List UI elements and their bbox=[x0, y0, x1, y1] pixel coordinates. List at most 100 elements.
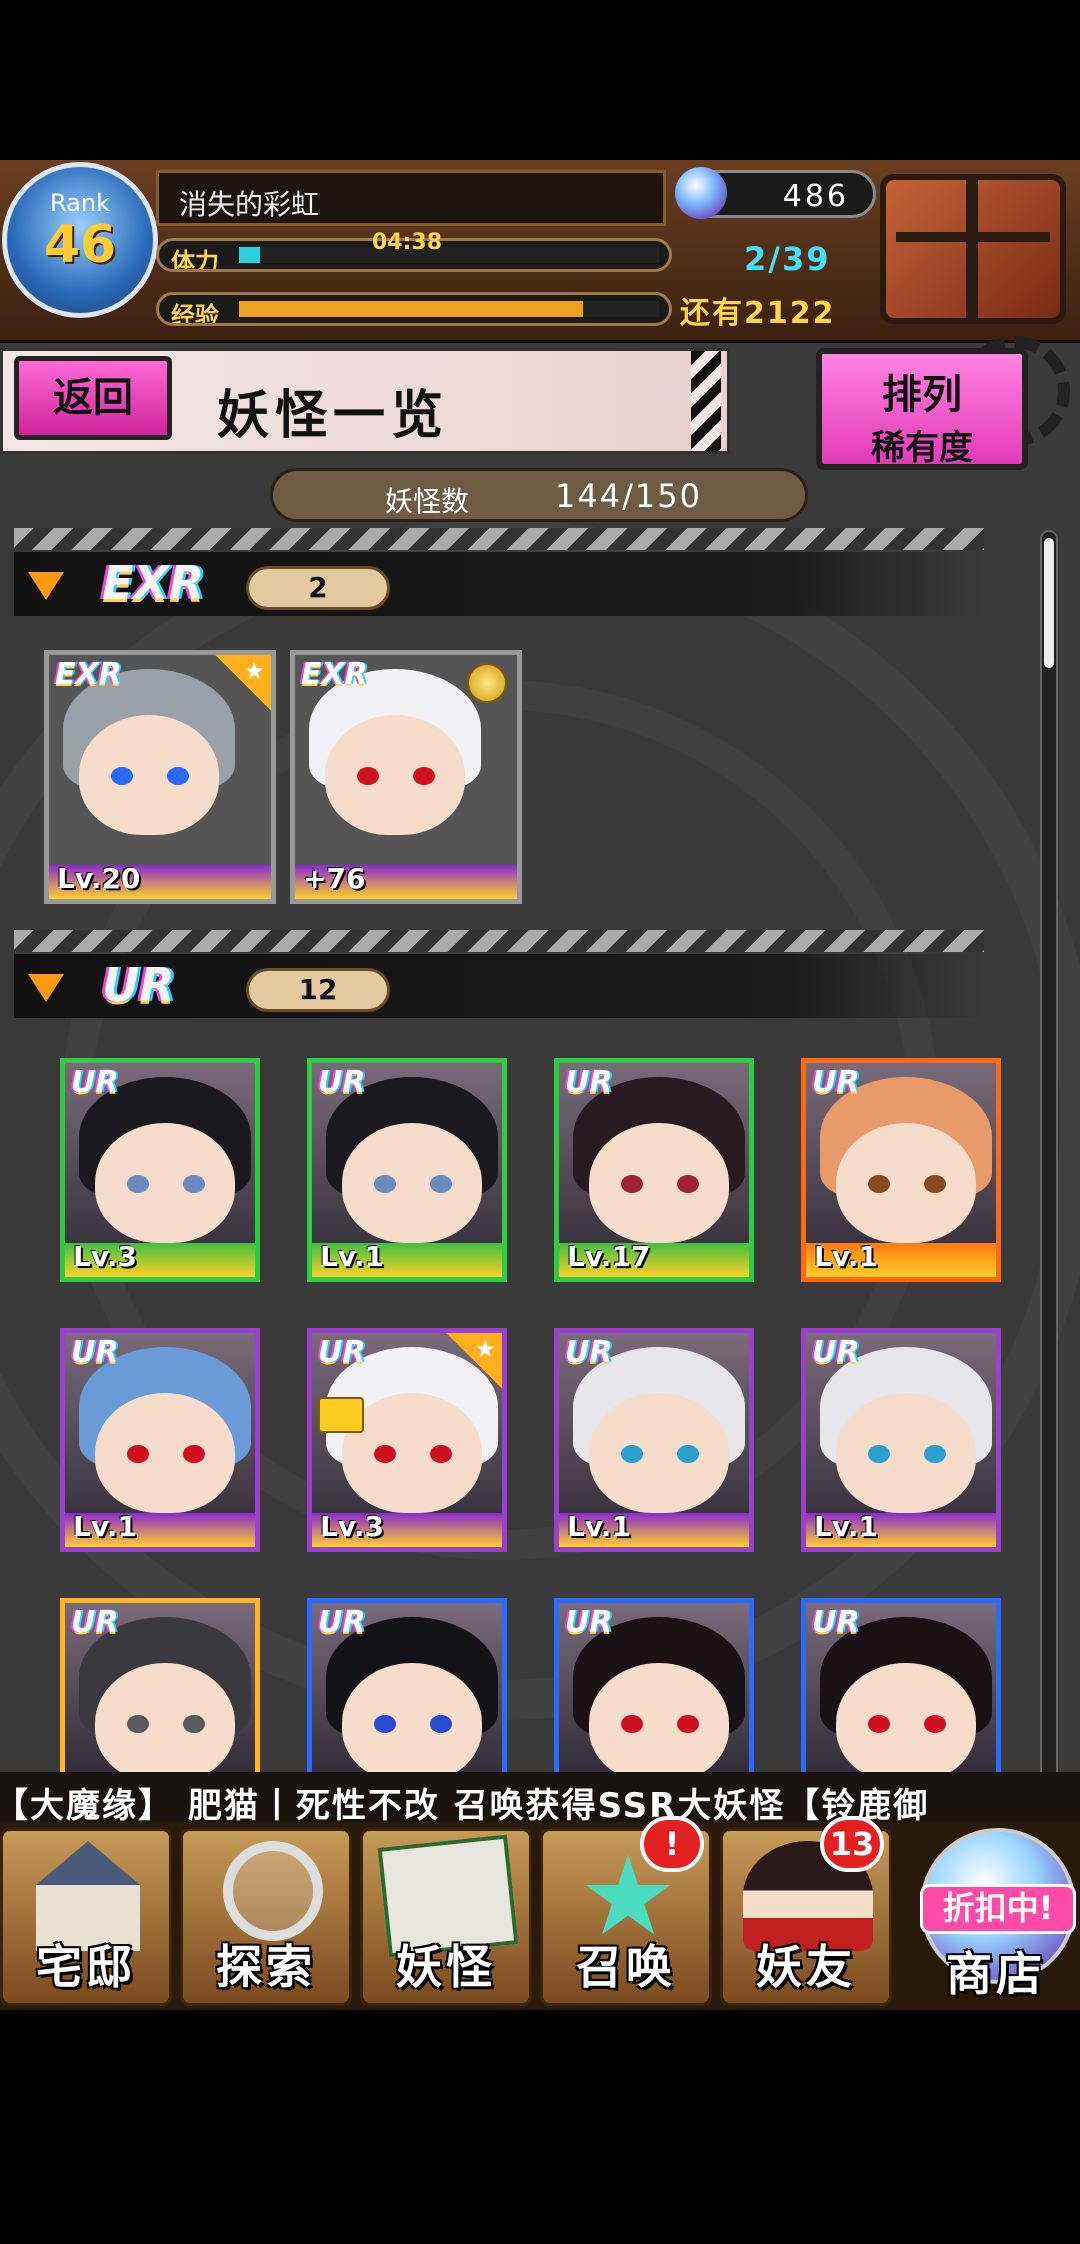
yokai-card[interactable]: UR bbox=[60, 1598, 260, 1788]
exp-label: 经验 bbox=[171, 302, 219, 326]
favorite-star-icon: ★ bbox=[215, 655, 271, 711]
character-eye bbox=[924, 1175, 946, 1193]
rarity-badge: UR bbox=[318, 1335, 366, 1370]
character-eye bbox=[868, 1715, 890, 1733]
rarity-badge: EXR bbox=[301, 657, 368, 692]
character-eye bbox=[868, 1175, 890, 1193]
character-portrait bbox=[589, 1393, 729, 1513]
rank-badge[interactable]: Rank 46 bbox=[2, 162, 158, 318]
nav-yokai-button[interactable]: 妖怪 bbox=[360, 1828, 532, 2006]
character-eye bbox=[183, 1445, 205, 1463]
rarity-badge: UR bbox=[318, 1605, 366, 1640]
scrollbar[interactable] bbox=[1040, 530, 1058, 1930]
character-eye bbox=[430, 1175, 452, 1193]
character-eye bbox=[167, 767, 189, 785]
rank-label: Rank bbox=[50, 189, 110, 217]
crystal-orb-icon bbox=[675, 167, 727, 219]
yokai-card[interactable]: UR Lv.1 bbox=[307, 1058, 507, 1282]
page-title: 妖怪一览 bbox=[217, 386, 450, 446]
character-eye bbox=[621, 1175, 643, 1193]
collapse-triangle-icon[interactable] bbox=[28, 572, 64, 600]
rarity-badge: UR bbox=[71, 1605, 119, 1640]
yokai-card[interactable]: UR Lv.1 bbox=[60, 1328, 260, 1552]
character-eye bbox=[677, 1445, 699, 1463]
nav-home-button[interactable]: 宅邸 bbox=[0, 1828, 172, 2006]
scrollbar-thumb[interactable] bbox=[1044, 538, 1054, 668]
rarity-badge: UR bbox=[812, 1335, 860, 1370]
section-header-ur[interactable]: UR 12 bbox=[14, 930, 984, 1026]
player-name: 消失的彩虹 bbox=[179, 188, 320, 221]
card-level: Lv.1 bbox=[814, 1510, 878, 1543]
rarity-badge: UR bbox=[565, 1065, 613, 1100]
back-button[interactable]: 返回 bbox=[14, 356, 172, 440]
yokai-card[interactable]: UR bbox=[307, 1598, 507, 1788]
character-eye bbox=[183, 1175, 205, 1193]
character-portrait bbox=[836, 1123, 976, 1243]
yokai-card[interactable]: UR Lv.1 bbox=[554, 1328, 754, 1552]
character-eye bbox=[621, 1445, 643, 1463]
rarity-count: 2 bbox=[308, 571, 328, 604]
player-header: Rank 46 消失的彩虹 体力 04:38 经验 486 2/39 还有212… bbox=[0, 160, 1080, 343]
treasure-chest-icon[interactable] bbox=[880, 174, 1066, 324]
news-ticker: 【大魔缘】 肥猫丨死性不改 召唤获得SSR大妖怪【铃鹿御 bbox=[0, 1772, 1080, 1822]
yokai-card[interactable]: UR bbox=[554, 1598, 754, 1788]
yokai-card[interactable]: EXR ★ Lv.20 bbox=[44, 650, 276, 904]
gem-counter[interactable]: 486 bbox=[675, 167, 876, 219]
yokai-card[interactable]: UR ★ Lv.3 bbox=[307, 1328, 507, 1552]
character-eye bbox=[374, 1715, 396, 1733]
rope-decoration bbox=[14, 930, 984, 952]
card-level: Lv.1 bbox=[567, 1510, 631, 1543]
exp-fill bbox=[239, 301, 584, 317]
nav-yokai-label: 妖怪 bbox=[396, 1940, 496, 1994]
rarity-badge: UR bbox=[318, 1065, 366, 1100]
exp-remaining: 还有2122 bbox=[680, 296, 836, 331]
gem-value: 486 bbox=[782, 179, 849, 214]
character-eye bbox=[183, 1715, 205, 1733]
card-level: Lv.1 bbox=[814, 1240, 878, 1273]
player-name-box: 消失的彩虹 bbox=[156, 170, 666, 226]
card-level: Lv.20 bbox=[57, 862, 141, 895]
character-eye bbox=[413, 767, 435, 785]
character-eye bbox=[677, 1715, 699, 1733]
nav-friends-label: 妖友 bbox=[756, 1940, 856, 1994]
nav-shop-button[interactable]: 折扣中! 商店 bbox=[912, 1822, 1080, 2010]
yokai-card[interactable]: UR Lv.3 bbox=[60, 1058, 260, 1282]
character-portrait bbox=[836, 1663, 976, 1783]
medal-icon bbox=[467, 663, 507, 703]
chest-count: 2/39 bbox=[744, 240, 831, 278]
character-portrait bbox=[79, 715, 219, 835]
character-eye bbox=[924, 1715, 946, 1733]
character-eye bbox=[374, 1175, 396, 1193]
character-portrait bbox=[95, 1123, 235, 1243]
lock-icon bbox=[318, 1397, 364, 1433]
yokai-card[interactable]: UR Lv.17 bbox=[554, 1058, 754, 1282]
sort-mode: 稀有度 bbox=[871, 428, 973, 468]
yokai-count-bar: 妖怪数 144/150 bbox=[270, 468, 808, 522]
rarity-label: UR bbox=[102, 958, 175, 1012]
yokai-card[interactable]: UR bbox=[801, 1598, 1001, 1788]
card-level: Lv.1 bbox=[73, 1510, 137, 1543]
collapse-triangle-icon[interactable] bbox=[28, 974, 64, 1002]
nav-summon-label: 召唤 bbox=[576, 1940, 676, 1994]
character-portrait bbox=[342, 1663, 482, 1783]
section-header-exr[interactable]: EXR 2 bbox=[14, 528, 984, 624]
yokai-card[interactable]: UR Lv.1 bbox=[801, 1328, 1001, 1552]
nav-explore-button[interactable]: 探索 bbox=[180, 1828, 352, 2006]
yokai-card[interactable]: UR Lv.1 bbox=[801, 1058, 1001, 1282]
stamina-fill bbox=[239, 247, 260, 263]
sort-button[interactable]: 排列 稀有度 bbox=[816, 348, 1028, 470]
rarity-badge: UR bbox=[565, 1335, 613, 1370]
yokai-count-label: 妖怪数 bbox=[385, 485, 470, 518]
rarity-badge: UR bbox=[71, 1065, 119, 1100]
card-level: +76 bbox=[303, 862, 366, 895]
character-eye bbox=[868, 1445, 890, 1463]
rarity-count: 12 bbox=[298, 973, 338, 1006]
character-eye bbox=[374, 1445, 396, 1463]
yokai-card[interactable]: EXR +76 bbox=[290, 650, 522, 904]
title-stripe-decoration bbox=[691, 351, 721, 451]
character-portrait bbox=[589, 1663, 729, 1783]
yokai-count-value: 144/150 bbox=[555, 477, 702, 515]
sort-label: 排列 bbox=[882, 372, 962, 418]
rarity-badge: UR bbox=[565, 1605, 613, 1640]
character-portrait bbox=[342, 1123, 482, 1243]
